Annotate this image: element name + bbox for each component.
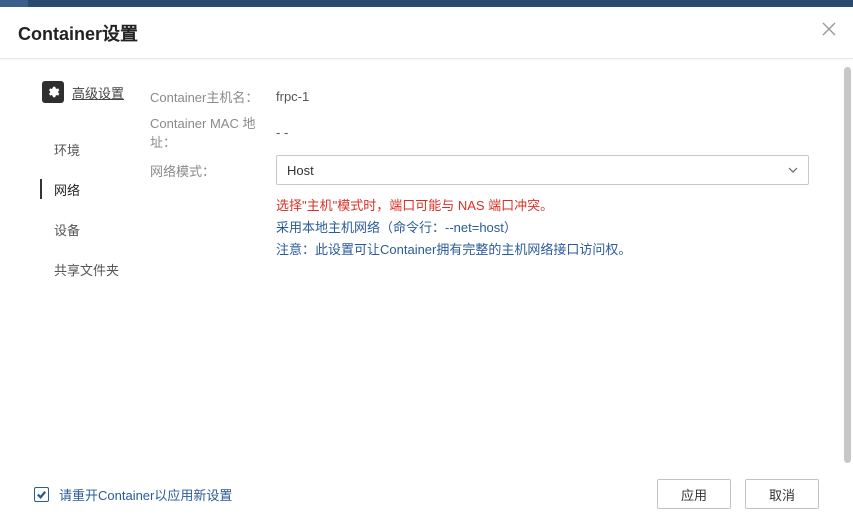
topbar-accent (0, 0, 28, 7)
nav-item-environment[interactable]: 环境 (40, 129, 150, 169)
note-info-line1: 采用本地主机网络（命令行：--net=host） (276, 217, 809, 239)
checkmark-icon (36, 489, 47, 500)
value-hostname: frpc-1 (276, 89, 309, 104)
row-mac: Container MAC 地址： - - (150, 113, 809, 151)
app-topbar (0, 0, 853, 7)
restart-checkbox[interactable] (34, 487, 49, 502)
restart-checkbox-wrap[interactable]: 请重开Container以应用新设置 (34, 485, 232, 504)
form-area: Container主机名： frpc-1 Container MAC 地址： -… (150, 59, 853, 464)
footer-buttons: 应用 取消 (657, 479, 819, 509)
row-hostname: Container主机名： frpc-1 (150, 81, 809, 111)
gear-icon (42, 81, 64, 103)
label-netmode: 网络模式： (150, 161, 276, 180)
netmode-notes: 选择"主机"模式时，端口可能与 NAS 端口冲突。 采用本地主机网络（命令行：-… (276, 195, 809, 261)
nav-item-device[interactable]: 设备 (40, 209, 150, 249)
nav-label: 设备 (54, 220, 80, 239)
left-column: 高级设置 环境 网络 设备 共享文件夹 (0, 59, 150, 464)
label-mac: Container MAC 地址： (150, 113, 276, 151)
container-settings-dialog: Container设置 高级设置 环境 网络 设备 共享文件夹 Containe… (0, 7, 853, 524)
row-netmode: 网络模式： Host (150, 155, 809, 185)
nav-item-shared-folder[interactable]: 共享文件夹 (40, 249, 150, 289)
dialog-body: 高级设置 环境 网络 设备 共享文件夹 Container主机名： frpc-1… (0, 59, 853, 464)
label-hostname: Container主机名： (150, 87, 276, 106)
restart-checkbox-label: 请重开Container以应用新设置 (59, 485, 232, 504)
close-icon (822, 22, 836, 36)
netmode-select[interactable]: Host (276, 155, 809, 185)
nav-label: 共享文件夹 (54, 260, 119, 279)
apply-button[interactable]: 应用 (657, 479, 731, 509)
advanced-settings-link[interactable]: 高级设置 (72, 83, 124, 102)
nav-item-network[interactable]: 网络 (40, 169, 150, 209)
note-warning: 选择"主机"模式时，端口可能与 NAS 端口冲突。 (276, 195, 809, 217)
note-info-line2: 注意：此设置可让Container拥有完整的主机网络接口访问权。 (276, 239, 809, 261)
scrollbar-track[interactable] (844, 67, 851, 464)
close-button[interactable] (819, 19, 839, 39)
advanced-settings-toggle[interactable]: 高级设置 (42, 81, 150, 103)
value-mac: - - (276, 125, 288, 140)
dialog-footer: 请重开Container以应用新设置 应用 取消 (0, 464, 853, 524)
dialog-header: Container设置 (0, 7, 853, 59)
settings-nav: 环境 网络 设备 共享文件夹 (40, 129, 150, 289)
cancel-button[interactable]: 取消 (745, 479, 819, 509)
netmode-selected-value: Host (287, 163, 314, 178)
nav-label: 环境 (54, 140, 80, 159)
scrollbar-thumb[interactable] (844, 67, 851, 463)
dialog-title: Container设置 (18, 20, 138, 46)
chevron-down-icon (788, 165, 798, 175)
nav-label: 网络 (54, 180, 80, 199)
